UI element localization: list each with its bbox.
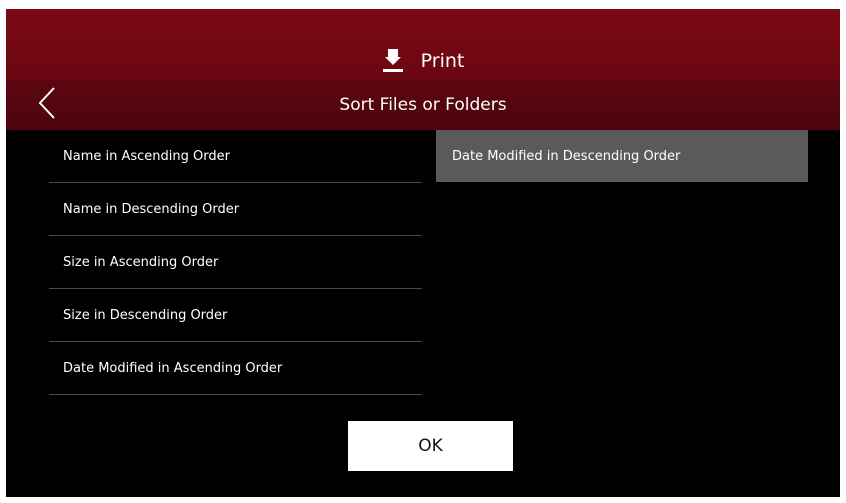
app-title-wrap: Print	[382, 49, 465, 73]
print-screen: Print Sort Files or Folders Name in Asce…	[6, 9, 840, 497]
sort-option-size-desc[interactable]: Size in Descending Order	[49, 289, 422, 342]
sort-title: Sort Files or Folders	[339, 95, 507, 115]
sort-option-name-desc[interactable]: Name in Descending Order	[49, 183, 422, 236]
chevron-left-icon	[37, 86, 57, 124]
sort-option-label: Date Modified in Ascending Order	[63, 360, 283, 376]
sort-option-list: Name in Ascending Order Name in Descendi…	[49, 130, 422, 395]
sort-option-label: Name in Ascending Order	[63, 148, 230, 164]
sort-option-label: Name in Descending Order	[63, 201, 240, 217]
app-header: Print	[6, 9, 840, 80]
sort-option-label: Size in Ascending Order	[63, 254, 219, 270]
ok-label: OK	[418, 436, 443, 456]
sort-option-name-asc[interactable]: Name in Ascending Order	[49, 130, 422, 183]
sort-option-date-asc[interactable]: Date Modified in Ascending Order	[49, 342, 422, 395]
sort-option-size-asc[interactable]: Size in Ascending Order	[49, 236, 422, 289]
sort-header: Sort Files or Folders	[6, 80, 840, 130]
sort-option-date-desc-selected[interactable]: Date Modified in Descending Order	[436, 130, 808, 182]
app-title: Print	[420, 50, 465, 72]
back-button[interactable]	[30, 86, 64, 124]
sort-option-label: Date Modified in Descending Order	[452, 148, 681, 164]
print-icon	[382, 49, 404, 73]
ok-button[interactable]: OK	[348, 421, 513, 471]
sort-option-label: Size in Descending Order	[63, 307, 228, 323]
